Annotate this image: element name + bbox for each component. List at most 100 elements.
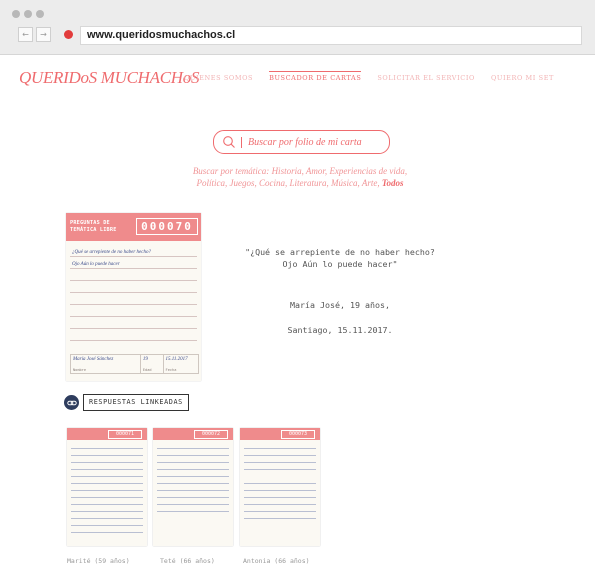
maximize-window-dot[interactable] [36,10,44,18]
handwriting-line [71,497,143,498]
thumb-label: Teté (66 años) [160,557,215,565]
search-icon[interactable] [219,132,239,152]
handwriting-line [157,469,229,470]
thumb-header: 000073 [240,428,320,440]
main-nav: QUIENES SOMOS BUSCADOR DE CARTAS SOLICIT… [184,71,554,82]
nav-solicitar-servicio[interactable]: SOLICITAR EL SERVICIO [377,74,475,82]
filter-politica[interactable]: Política, [196,178,227,188]
handwriting-line [71,532,143,533]
card-rule [70,268,197,269]
handwriting-line [71,490,143,491]
handwriting-line [157,511,229,512]
footer-name: María José Sánchez [73,357,114,362]
handwriting-line [244,518,316,519]
handwriting-line [244,455,316,456]
handwriting-line [71,469,143,470]
handwriting-line [71,462,143,463]
card-rule [70,328,197,329]
browser-chrome: ← → www.queridosmuchachos.cl [0,0,595,55]
filter-historia[interactable]: Historia, [272,166,304,176]
handwriting-line [71,448,143,449]
handwriting-line [71,525,143,526]
search-input[interactable] [248,136,378,148]
handwriting-line [71,483,143,484]
nav-buscador-de-cartas[interactable]: BUSCADOR DE CARTAS [269,71,362,82]
forward-arrow-icon[interactable]: → [36,27,51,42]
handwriting-line [244,462,316,463]
footer-date-label: Fecha [165,368,177,372]
handwriting-line [157,476,229,477]
question-card[interactable]: PREGUNTAS DE TEMÁTICA LIBRE 000070 ¿Qué … [66,213,201,381]
handwriting-line [157,490,229,491]
card-rule [70,316,197,317]
theme-filters: Buscar por temática: Historia, Amor, Exp… [150,165,450,189]
handwriting-line [244,448,316,449]
thumb-label: Antonia (66 años) [243,557,310,565]
nav-quienes-somos[interactable]: QUIENES SOMOS [184,74,253,82]
thumb-folio: 000073 [281,430,315,439]
handwriting-line [244,469,316,470]
footer-name-cell: María José Sánchez Nombre [71,355,141,373]
filter-arte[interactable]: Arte, [362,178,380,188]
site-logo[interactable]: QUERIDoS MUCHACHoS [19,68,199,88]
close-window-dot[interactable] [12,10,20,18]
handwriting-line [71,476,143,477]
filter-cocina[interactable]: Cocina, [259,178,287,188]
card-rule [70,340,197,341]
minimize-window-dot[interactable] [24,10,32,18]
handwriting-line [71,511,143,512]
answer-card-thumb[interactable]: 000073 [240,428,320,546]
filter-experiencias[interactable]: Experiencias de vida, [329,166,407,176]
footer-age-label: Edad [142,368,152,372]
filter-amor[interactable]: Amor, [306,166,327,176]
handwriting-line [244,511,316,512]
filter-label: Buscar por temática: [192,166,270,176]
handwriting-line [244,497,316,498]
handwriting-line [157,448,229,449]
filter-musica[interactable]: Música, [331,178,360,188]
handwriting-line [157,483,229,484]
card-type: PREGUNTAS DE TEMÁTICA LIBRE [70,220,117,233]
link-icon [64,395,79,410]
folio-search[interactable] [213,130,390,154]
handwritten-question-line1: ¿Qué se arrepiente de no haber hecho? [72,250,151,255]
filter-todos[interactable]: Todos [382,178,404,188]
footer-age-cell: 19 Edad [141,355,164,373]
card-rule [70,280,197,281]
thumb-folio: 000072 [194,430,228,439]
handwriting-line [71,504,143,505]
handwriting-line [244,504,316,505]
card-quote: "¿Qué se arrepiente de no haber hecho? O… [245,247,435,269]
handwriting-line [244,490,316,491]
answer-card-thumb[interactable]: 000071 [67,428,147,546]
handwriting-line [157,455,229,456]
card-footer: María José Sánchez Nombre 19 Edad 15.11.… [70,354,199,374]
back-arrow-icon[interactable]: ← [18,27,33,42]
filter-literatura[interactable]: Literatura, [289,178,328,188]
record-dot-icon [64,30,73,39]
handwriting-line [71,518,143,519]
quote-place-date: Santiago, 15.11.2017. [287,325,393,335]
handwriting-line [244,483,316,484]
answer-card-thumb[interactable]: 000072 [153,428,233,546]
thumb-header: 000071 [67,428,147,440]
handwriting-line [157,497,229,498]
browser-nav: ← → [18,27,51,42]
url-text: www.queridosmuchachos.cl [87,29,236,41]
thumb-header: 000072 [153,428,233,440]
nav-quiero-mi-set[interactable]: QUIERO MI SET [491,74,554,82]
thumb-label: Marité (59 años) [67,557,130,565]
card-folio: 000070 [136,218,198,235]
thumb-folio: 000071 [108,430,142,439]
window-controls [12,10,44,18]
quote-author: María José, 19 años, [290,300,390,310]
card-header: PREGUNTAS DE TEMÁTICA LIBRE 000070 [66,213,201,241]
linked-answers-label[interactable]: RESPUESTAS LINKEADAS [83,394,189,411]
filter-juegos[interactable]: Juegos, [229,178,256,188]
footer-date: 15.11.2017 [165,357,188,362]
card-rule [70,304,197,305]
address-bar[interactable]: www.queridosmuchachos.cl [80,26,582,45]
card-rule [70,292,197,293]
handwriting-line [157,504,229,505]
footer-date-cell: 15.11.2017 Fecha [164,355,198,373]
